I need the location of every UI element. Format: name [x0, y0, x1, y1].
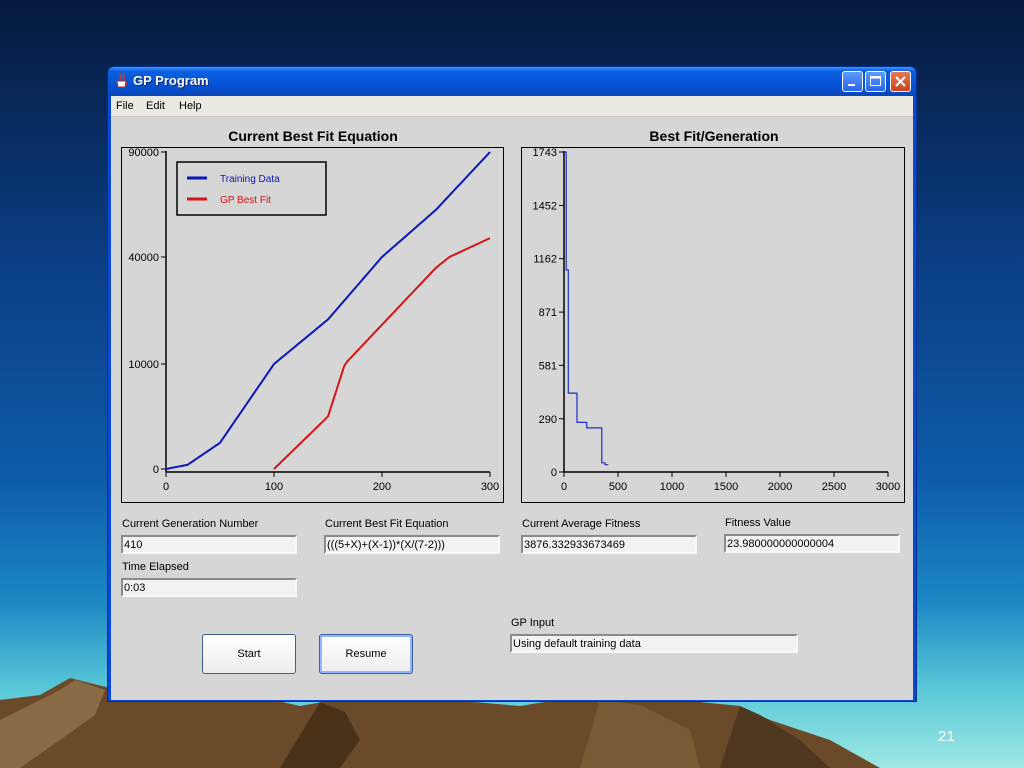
right-x-tick-label: 3000: [876, 481, 900, 493]
left-y-tick-label: 90000: [128, 147, 159, 159]
minimize-button[interactable]: [842, 71, 863, 92]
left-y-tick-label: 40000: [128, 252, 159, 264]
right-x-tick-label: 500: [609, 481, 627, 493]
minimize-icon: [848, 84, 855, 86]
right-chart-title: Best Fit/Generation: [649, 128, 779, 144]
right-y-tick-label: 581: [539, 360, 557, 372]
right-y-tick-label: 1452: [533, 200, 557, 212]
gp-program-window: GP Program File Edit Help Current Best F…: [107, 66, 917, 702]
best-fit-generation-chart: 1743 1452 1162 871 581 290 00 500 1000 1500 2000 25…: [521, 147, 905, 503]
right-x-tick-label: 2000: [768, 481, 792, 493]
right-y-tick-label: 871: [539, 307, 557, 319]
right-x-tick-label: 2500: [822, 481, 846, 493]
left-x-tick-label: 300: [481, 481, 499, 493]
close-button[interactable]: [890, 71, 911, 92]
right-plot-frame: [521, 147, 905, 503]
left-y-tick-label: 10000: [128, 359, 159, 371]
menu-bar: File Edit Help: [111, 96, 913, 117]
time-elapsed-label: Time Elapsed: [122, 561, 189, 573]
fitness-value-field[interactable]: 23.980000000000004: [724, 534, 900, 553]
legend-label: Training Data: [220, 174, 280, 185]
right-x-tick-label: 1500: [714, 481, 738, 493]
left-x-tick-label: 200: [373, 481, 391, 493]
resume-button[interactable]: Resume: [319, 634, 413, 674]
right-y-tick-label: 1162: [533, 254, 557, 266]
time-elapsed-field[interactable]: 0:03: [121, 578, 297, 597]
slide-number: 21: [938, 728, 955, 745]
close-icon: [895, 76, 906, 87]
avg-fitness-label: Current Average Fitness: [522, 518, 641, 530]
right-x-tick-label: 1000: [660, 481, 684, 493]
left-legend: [176, 161, 327, 216]
menu-help[interactable]: Help: [179, 100, 202, 112]
fitness-value-label: Fitness Value: [725, 517, 791, 529]
left-y-tick-label: 0: [153, 464, 159, 476]
generation-label: Current Generation Number: [122, 518, 259, 530]
legend-label: GP Best Fit: [220, 195, 271, 206]
equation-label: Current Best Fit Equation: [325, 518, 449, 530]
avg-fitness-field[interactable]: 3876.332933673469: [521, 535, 697, 554]
gp-input-label: GP Input: [511, 617, 555, 629]
right-y-tick-label: 290: [539, 414, 557, 426]
gp-input-field[interactable]: Using default training data: [510, 634, 798, 653]
equation-field[interactable]: (((5+X)+(X-1))*(X/(7-2))): [324, 535, 500, 554]
maximize-button[interactable]: [865, 71, 886, 92]
java-cup-icon: [116, 72, 128, 88]
left-chart-title: Current Best Fit Equation: [228, 128, 398, 144]
left-x-tick-label: 100: [265, 481, 283, 493]
start-button[interactable]: Start: [202, 634, 296, 674]
left-x-tick-label: 0: [163, 481, 169, 493]
right-y-tick-label: 0: [551, 467, 557, 479]
title-bar: GP Program: [108, 67, 916, 96]
window-client-area: File Edit Help Current Best Fit Equation…: [111, 96, 913, 700]
menu-file[interactable]: File: [116, 100, 134, 112]
right-y-tick-label: 1743: [533, 147, 557, 159]
right-x-tick-label: 0: [561, 481, 567, 493]
generation-field[interactable]: 410: [121, 535, 297, 554]
best-fit-equation-chart: 90000 40000 10000 00 100 200 300 Training Data G…: [121, 147, 504, 503]
menu-edit[interactable]: Edit: [146, 100, 165, 112]
maximize-icon: [870, 76, 881, 86]
window-title: GP Program: [133, 73, 209, 88]
